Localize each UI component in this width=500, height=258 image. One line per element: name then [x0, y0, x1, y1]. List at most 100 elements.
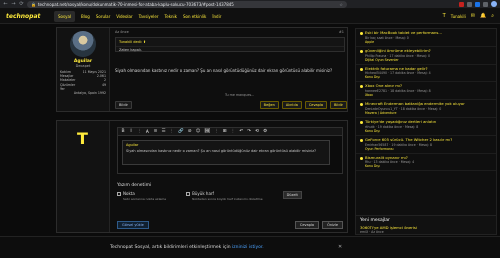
- back-icon[interactable]: ←: [3, 1, 8, 7]
- reply-button[interactable]: Cevapla: [304, 101, 328, 109]
- list-icon[interactable]: ≡: [154, 129, 158, 134]
- more-icon[interactable]: ⋮: [137, 129, 142, 134]
- multi-quote-button[interactable]: Alıntıla: [281, 101, 302, 109]
- text-color-icon[interactable]: Ꭺ: [146, 129, 150, 135]
- post-number[interactable]: #1: [339, 30, 344, 34]
- list-item[interactable]: Minecraft Enderman battaniğa endermite y…: [356, 100, 496, 118]
- report-button[interactable]: Bildir: [115, 101, 132, 109]
- option-sub: Noktadan sonra büyük harf kullanımı düze…: [192, 197, 263, 201]
- editor-user-panel: T: [57, 121, 110, 232]
- post-time[interactable]: Az önce: [115, 30, 129, 34]
- site-logo[interactable]: technopat: [6, 13, 48, 20]
- thread-category[interactable]: Apple: [360, 40, 492, 44]
- options-row: Nokta Satır sonlarına nokta ekleme Büyük…: [117, 191, 343, 201]
- thread-title[interactable]: güvenliğini ömrüme ekleyebilirim?: [365, 48, 431, 54]
- notification-bar: Technopat Sosyal, artık bildirimleri etk…: [0, 236, 500, 258]
- option-nokta[interactable]: Nokta Satır sonlarına nokta ekleme: [117, 191, 166, 201]
- nav-sosyal[interactable]: Sosyal: [54, 10, 75, 22]
- bold-icon[interactable]: B: [121, 129, 125, 134]
- thread-category[interactable]: Mavera / Adventure: [360, 111, 492, 115]
- list-item[interactable]: güvenliğini ömrüme ekleyebilirim? Philli…: [356, 47, 496, 65]
- url-text[interactable]: technopat.net/sosyal/konu/dokunmatik-70-…: [38, 2, 234, 7]
- post-actions: Bildir Beğen Alıntıla Cevapla Bildir: [113, 101, 347, 109]
- forward-icon[interactable]: →: [11, 1, 16, 7]
- more-icon[interactable]: ⋮: [170, 129, 175, 134]
- list-item[interactable]: Xbox One alınır mı? hanneeE2781 · 18 dak…: [356, 82, 496, 101]
- like-button[interactable]: Beğen: [259, 101, 279, 109]
- unlink-icon[interactable]: ⊘: [188, 129, 192, 134]
- thread-category[interactable]: Xbox: [360, 93, 492, 97]
- user-title: Decapet: [75, 64, 91, 68]
- upload-image-button[interactable]: Görsel yükle: [117, 221, 149, 229]
- post-body: Az önce #1 Tunakili dedi: ⬆ Zaten kapalı…: [113, 28, 347, 111]
- preview-button[interactable]: Önizle: [322, 221, 343, 229]
- submit-reply-button[interactable]: Cevapla: [294, 221, 320, 229]
- close-icon[interactable]: ✕: [338, 244, 342, 250]
- thread-category[interactable]: Dijital Oyun Sevenler: [360, 58, 492, 62]
- avatar[interactable]: T: [77, 129, 88, 148]
- nav-tavsiyeler[interactable]: Tavsiyeler: [139, 14, 159, 19]
- user-stats: Katılım 11 Mayıs 2021 Mesajlar 2.061 Makal…: [60, 70, 106, 95]
- list-item[interactable]: Eski bir MacBook tablet ve performans...…: [356, 29, 496, 47]
- nav-indir[interactable]: İndir: [212, 14, 221, 19]
- more-icon[interactable]: ⋮: [231, 129, 236, 134]
- username-label[interactable]: Tunakili: [451, 14, 466, 19]
- nav-teknik[interactable]: Teknik: [164, 14, 177, 19]
- avatar[interactable]: [70, 31, 96, 57]
- thread-meta: emiX · Az önce: [360, 230, 384, 234]
- new-messages-panel: Yeni mesajlar 3060Ti'ye AMD işlemci öner…: [355, 215, 497, 235]
- reload-icon[interactable]: ⟳: [19, 1, 24, 7]
- image-icon[interactable]: 🖼: [204, 129, 210, 134]
- table-icon[interactable]: ⊞: [223, 129, 227, 134]
- list-item[interactable]: GeForce 605 sürücü. The Witcher 2 kasılı…: [356, 136, 496, 154]
- redo-icon[interactable]: ↷: [247, 129, 251, 134]
- nav-blog[interactable]: Blog: [81, 14, 90, 19]
- thread-category[interactable]: Konu Dışı: [360, 75, 492, 79]
- settings-icon[interactable]: ⚙: [263, 129, 267, 134]
- emoji-icon[interactable]: ☺: [196, 129, 201, 134]
- editor-quote[interactable]: Aguilar Siyah olmasından kastınız nedir …: [122, 140, 330, 165]
- bookmark-star-icon[interactable]: ☆: [339, 2, 343, 7]
- align-icon[interactable]: ☰: [162, 129, 166, 134]
- likers-line[interactable]: Tu me manques...: [225, 93, 254, 97]
- extension-icon[interactable]: [459, 1, 464, 7]
- mail-icon[interactable]: ✉: [471, 13, 475, 19]
- quote-report-button[interactable]: Bildir: [330, 101, 347, 109]
- list-item[interactable]: Türkiye'de yaşadığınız dertleri anlatın …: [356, 118, 496, 136]
- post-text: Siyah olmasından kastınız nedir o zaman?…: [115, 68, 333, 73]
- thread-category[interactable]: Oyun Performansı: [360, 147, 492, 151]
- fix-button[interactable]: Düzelt: [282, 191, 302, 199]
- link-icon[interactable]: 🔗: [178, 129, 184, 134]
- quote-text: Zaten kapalı.: [119, 48, 142, 52]
- revert-icon[interactable]: ⟲: [255, 129, 259, 134]
- thread-title[interactable]: GeForce 605 sürücü. The Witcher 2 kasılı…: [365, 137, 452, 143]
- permission-link[interactable]: izninizi istiyor.: [232, 245, 264, 250]
- checkbox[interactable]: [186, 191, 191, 196]
- undo-icon[interactable]: ↶: [239, 129, 243, 134]
- address-bar[interactable]: 🔒 technopat.net/sosyal/konu/dokunmatik-7…: [27, 0, 347, 8]
- checkbox[interactable]: [117, 191, 121, 196]
- quote-header[interactable]: Tunakili dedi: ⬆: [116, 38, 344, 47]
- list-item[interactable]: Bismuralit oynanır mı? Rtu · 13 dakika ö…: [356, 154, 496, 172]
- nav-son-etkinlik[interactable]: Son etkinlik: [183, 14, 206, 19]
- more-icon[interactable]: ⋮: [214, 129, 219, 134]
- extension-icon[interactable]: [483, 1, 488, 7]
- bell-icon[interactable]: 🔔: [480, 13, 486, 19]
- editor-textarea[interactable]: Aguilar Siyah olmasından kastınız nedir …: [117, 136, 343, 174]
- list-item[interactable]: Elektrik faturama ne kadar gelir? Hichea…: [356, 65, 496, 83]
- thread-category[interactable]: Konu Dışı: [360, 129, 492, 133]
- profile-avatar[interactable]: [491, 1, 497, 7]
- options-title: Yazım denetimi: [117, 183, 152, 188]
- extension-icon[interactable]: [467, 1, 472, 7]
- thread-category[interactable]: Konu Dışı: [360, 164, 492, 168]
- extension-icon[interactable]: [475, 1, 480, 7]
- option-buyuk-harf[interactable]: Büyük harf Noktadan sonra büyük harf kul…: [186, 191, 263, 201]
- option-sub: Satır sonlarına nokta ekleme: [123, 197, 167, 201]
- italic-icon[interactable]: I: [129, 129, 133, 134]
- nav-videolar[interactable]: Videolar: [116, 14, 132, 19]
- nav-sorular[interactable]: Sorular: [96, 14, 110, 19]
- browser-toolbar: ← → ⟳ 🔒 technopat.net/sosyal/konu/dokunm…: [0, 0, 500, 9]
- user-avatar[interactable]: T: [443, 13, 446, 19]
- search-icon[interactable]: ⌕: [491, 13, 494, 19]
- editor-actions: Görsel yükle Cevapla Önizle: [117, 221, 343, 229]
